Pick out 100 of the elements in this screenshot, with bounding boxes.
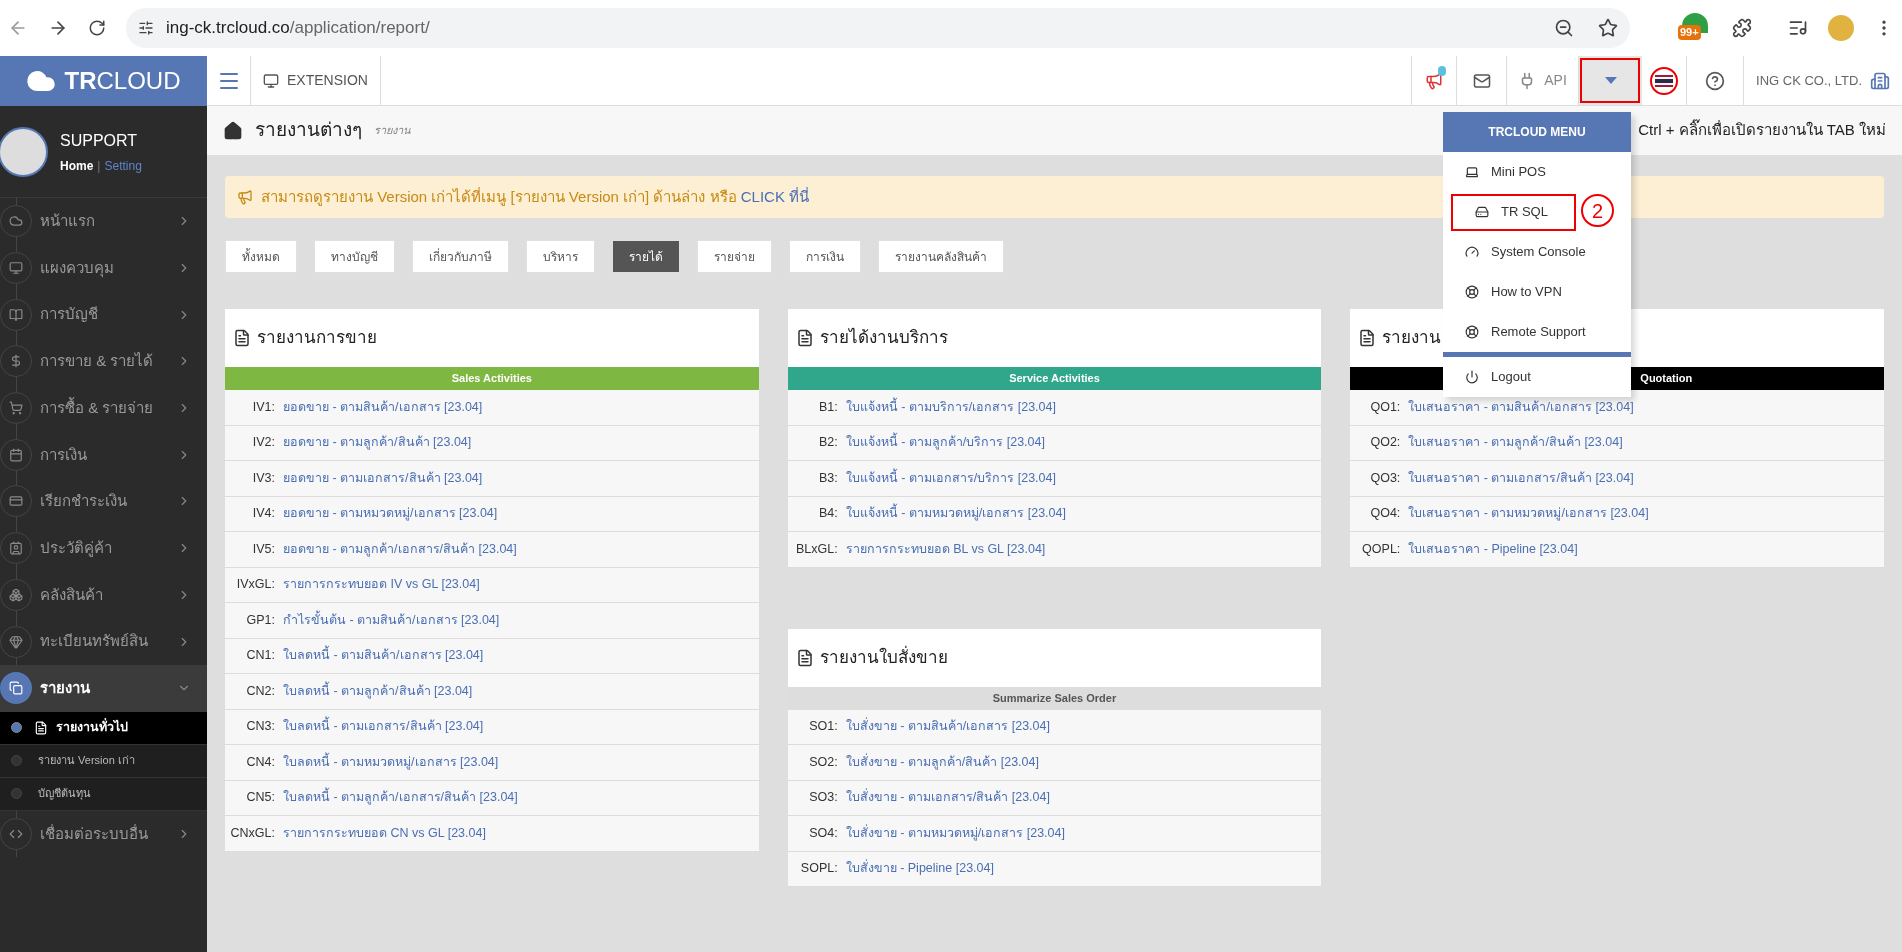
filter-tab[interactable]: เกี่ยวกับภาษี (412, 240, 509, 273)
report-link[interactable]: ใบสั่งขาย - Pipeline [23.04] (845, 859, 994, 879)
filter-tab[interactable]: ทางบัญชี (314, 240, 395, 273)
report-code: GP1: (245, 611, 276, 629)
report-code: IVxGL: (235, 576, 276, 594)
sidebar-label: รายงาน (40, 677, 91, 698)
report-link[interactable]: รายการกระทบยอด BL vs GL [23.04] (845, 539, 1046, 559)
filter-tab[interactable]: รายจ่าย (697, 240, 772, 273)
sidebar-item[interactable]: การซื้อ & รายจ่าย (0, 384, 207, 432)
report-code: SO4: (808, 824, 839, 842)
report-link[interactable]: ใบสั่งขาย - ตามเอกสาร/สินค้า [23.04] (845, 788, 1050, 808)
lifebuoy-icon (1465, 285, 1479, 299)
power-icon (1465, 370, 1479, 384)
notice-text: สามารถดูรายงาน Version เก่าได้ที่เมนู [รายงาน Version เก่า] ด้านล่าง หรือ CLICK ที่นี่ (261, 186, 810, 208)
setting-link[interactable]: Setting (104, 156, 142, 175)
flag-icon (1650, 66, 1679, 95)
report-link[interactable]: ใบลดหนี้ - ตามลูกค้า/เอกสาร/สินค้า [23.04] (283, 788, 518, 808)
report-link[interactable]: ยอดขาย - ตามสินค้า/เอกสาร [23.04] (283, 397, 483, 417)
sidebar-item[interactable]: รายงาน (0, 664, 207, 712)
sidebar-sublabel: บัญชีต้นทุน (38, 786, 91, 802)
filter-tab[interactable]: การเงิน (789, 240, 861, 273)
filter-tab[interactable]: บริหาร (526, 240, 595, 273)
menu-item[interactable]: TR SQL (1451, 193, 1576, 231)
report-code: SO3: (808, 789, 839, 807)
report-link[interactable]: ใบลดหนี้ - ตามหมวดหมู่/เอกสาร [23.04] (283, 752, 499, 772)
report-code: CN1: (245, 647, 276, 665)
sidebar-subitem[interactable]: บัญชีต้นทุน (0, 777, 207, 811)
sidebar-item[interactable]: ประวัติคู่ค้า (0, 524, 207, 572)
sidebar-subitem[interactable]: รายงาน Version เก่า (0, 744, 207, 778)
report-code: IV2: (251, 434, 276, 452)
sidebar-item[interactable]: การบัญชี (0, 291, 207, 339)
gauge-icon (1465, 245, 1479, 259)
report-code: CN3: (245, 718, 276, 736)
sidebar-item[interactable]: การเงิน (0, 431, 207, 479)
menu-item[interactable]: Remote Support (1443, 313, 1606, 351)
link-separator: | (97, 157, 101, 175)
reload-icon[interactable] (88, 19, 106, 37)
report-link[interactable]: ใบเสนอราคา - ตามสินค้า/เอกสาร [23.04] (1408, 397, 1634, 417)
report-link[interactable]: ใบเสนอราคา - ตามลูกค้า/สินค้า [23.04] (1408, 433, 1623, 453)
media-icon[interactable] (1788, 18, 1808, 38)
report-code: B1: (817, 398, 839, 416)
report-link[interactable]: ใบสั่งขาย - ตามหมวดหมู่/เอกสาร [23.04] (845, 823, 1065, 843)
report-link[interactable]: ยอดขาย - ตามเอกสาร/สินค้า [23.04] (283, 468, 483, 488)
sidebar-item[interactable]: เรียกชำระเงิน (0, 478, 207, 525)
menu-item[interactable]: Mini POS (1443, 153, 1566, 191)
sidebar-item[interactable]: เชื่อมต่อระบบอื่น (0, 810, 207, 858)
url-text: ing-ck.trcloud.co/application/report/ (166, 17, 430, 40)
report-code: CN5: (245, 789, 276, 807)
report-link[interactable]: ใบเสนอราคา - ตามหมวดหมู่/เอกสาร [23.04] (1408, 504, 1649, 524)
hint-text: Ctrl + คลิ๊กเพื่อเปิดรายงานใน TAB ใหม่ (1638, 119, 1886, 141)
report-link[interactable]: ยอดขาย - ตามลูกค้า/เอกสาร/สินค้า [23.04] (283, 539, 517, 559)
site-settings-icon[interactable] (138, 20, 154, 36)
extension-button[interactable]: EXTENSION (251, 56, 381, 105)
report-link[interactable]: ใบแจ้งหนี้ - ตามหมวดหมู่/เอกสาร [23.04] (845, 504, 1066, 524)
filter-tab[interactable]: รายงานคลังสินค้า (878, 240, 1004, 273)
lifebuoy-icon (1465, 325, 1479, 339)
zoom-out-icon[interactable] (1554, 18, 1574, 38)
sidebar-subitem[interactable]: รายงานทั่วไป (0, 711, 207, 745)
drive-icon (1475, 205, 1489, 219)
puzzle-icon[interactable] (1732, 18, 1752, 38)
dropdown-button[interactable] (1578, 56, 1643, 105)
menu-item[interactable]: How to VPN (1443, 273, 1582, 311)
filter-tab[interactable]: ทั้งหมด (225, 240, 297, 273)
report-link[interactable]: ใบเสนอราคา - Pipeline [23.04] (1408, 539, 1578, 559)
section-band: Sales Activities (225, 367, 759, 390)
section-band: Service Activities (787, 367, 1322, 390)
sidebar-item[interactable]: การขาย & รายได้ (0, 338, 207, 385)
report-link[interactable]: ใบแจ้งหนี้ - ตามบริการ/เอกสาร [23.04] (845, 397, 1056, 417)
report-link[interactable]: ใบลดหนี้ - ตามเอกสาร/สินค้า [23.04] (283, 717, 484, 737)
report-link[interactable]: ใบสั่งขาย - ตามลูกค้า/สินค้า [23.04] (845, 752, 1039, 772)
home-link[interactable]: Home (60, 156, 94, 175)
avatar (0, 126, 48, 177)
report-link[interactable]: ยอดขาย - ตามลูกค้า/สินค้า [23.04] (283, 433, 472, 453)
report-link[interactable]: ใบลดหนี้ - ตามลูกค้า/สินค้า [23.04] (283, 681, 473, 701)
report-code: CN2: (245, 682, 276, 700)
filter-tab[interactable]: รายได้ (612, 240, 680, 273)
report-code: IV5: (251, 540, 276, 558)
report-link[interactable]: รายการกระทบยอด CN vs GL [23.04] (283, 823, 486, 843)
sidebar-item[interactable]: ทะเบียนทรัพย์สิน (0, 618, 207, 665)
report-link[interactable]: รายการกระทบยอด IV vs GL [23.04] (283, 575, 480, 595)
report-link[interactable]: ใบแจ้งหนี้ - ตามลูกค้า/บริการ [23.04] (845, 433, 1045, 453)
report-link[interactable]: ใบเสนอราคา - ตามเอกสาร/สินค้า [23.04] (1408, 468, 1634, 488)
report-link[interactable]: ใบสั่งขาย - ตามสินค้า/เอกสาร [23.04] (845, 717, 1050, 737)
star-icon[interactable] (1598, 18, 1618, 38)
menu-item[interactable]: System Console (1443, 233, 1606, 271)
section-band: Summarize Sales Order (787, 686, 1322, 710)
address-bar[interactable]: ing-ck.trcloud.co/application/report/ (126, 8, 1630, 48)
sidebar-label: หน้าแรก (40, 211, 96, 232)
company-button[interactable]: ING CK CO., LTD. (1743, 56, 1902, 105)
sidebar-label: คลังสินค้า (40, 584, 104, 605)
sidebar-item[interactable]: หน้าแรก (0, 198, 207, 245)
sidebar-item[interactable]: คลังสินค้า (0, 571, 207, 619)
sidebar-item[interactable]: แผงควบคุม (0, 244, 207, 292)
sidebar-sublabel: รายงาน Version เก่า (38, 753, 135, 769)
report-link[interactable]: ใบแจ้งหนี้ - ตามเอกสาร/บริการ [23.04] (845, 468, 1056, 488)
report-link[interactable]: ยอดขาย - ตามหมวดหมู่/เอกสาร [23.04] (283, 504, 498, 524)
report-link[interactable]: ใบลดหนี้ - ตามสินค้า/เอกสาร [23.04] (283, 646, 484, 666)
mail-icon (1472, 71, 1491, 90)
click-here-link[interactable]: CLICK ที่นี่ (740, 187, 810, 205)
report-link[interactable]: กำไรขั้นต้น - ตามสินค้า/เอกสาร [23.04] (283, 610, 500, 630)
